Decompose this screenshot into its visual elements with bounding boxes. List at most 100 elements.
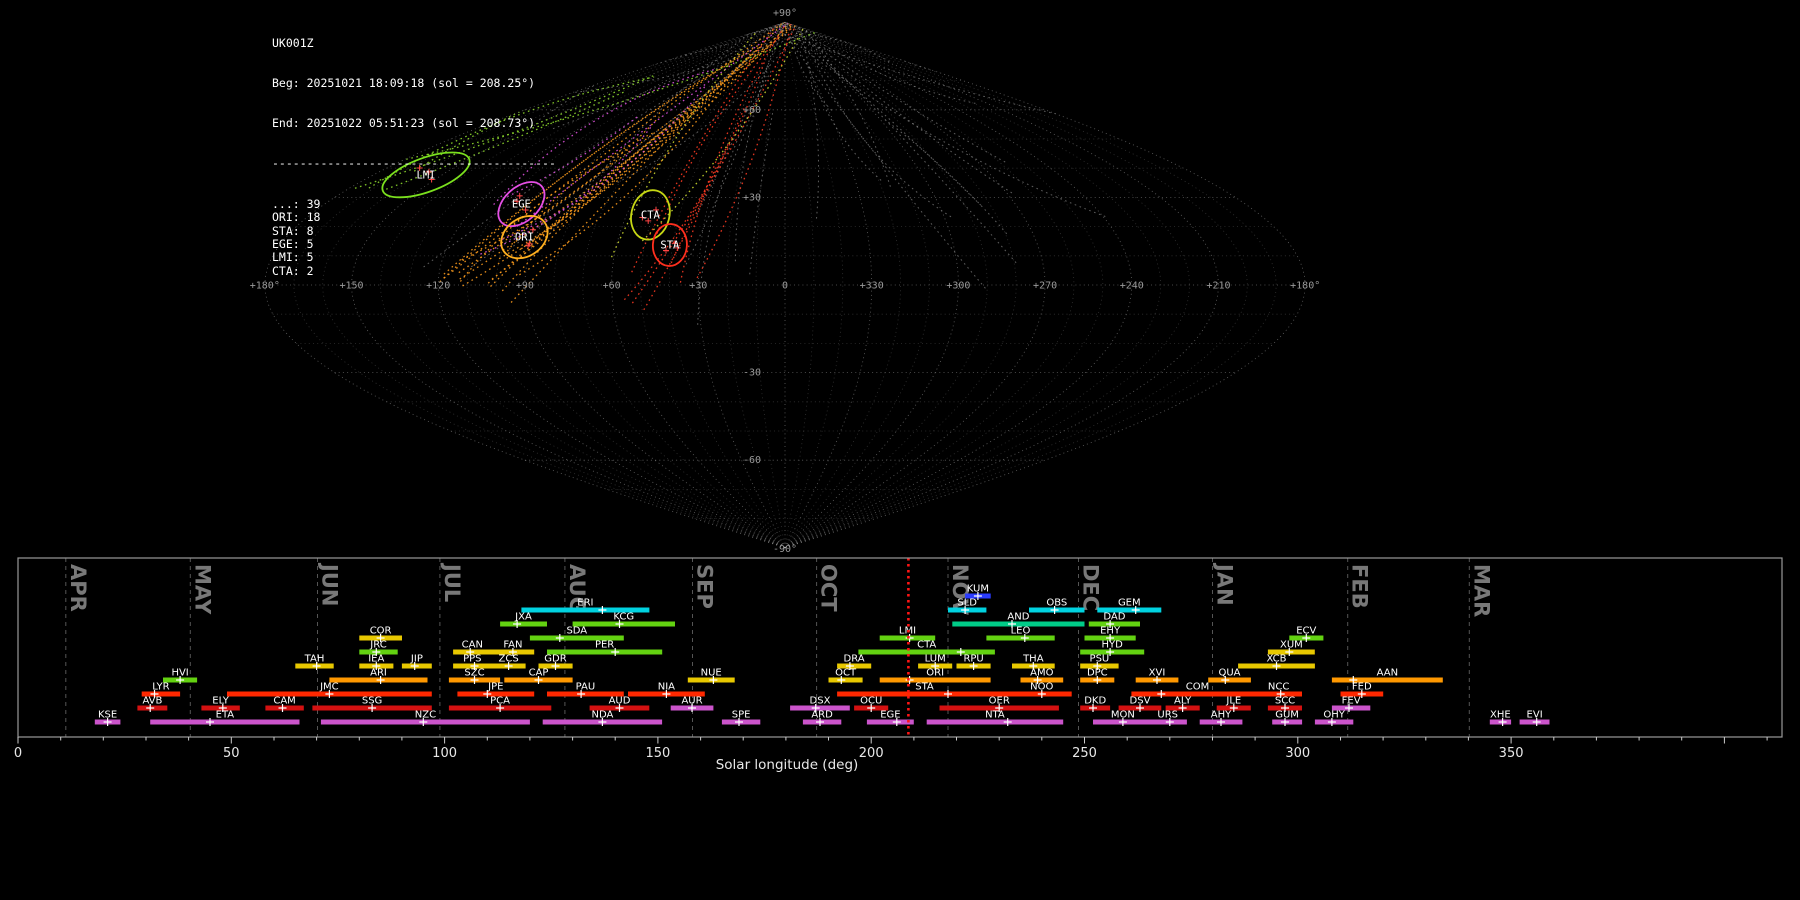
shower-label-GDR: GDR	[544, 654, 566, 665]
shower-label-ETA: ETA	[216, 710, 235, 721]
shower-label-ORI: ORI	[926, 668, 944, 679]
shower-label-FEV: FEV	[1342, 696, 1361, 707]
shower-label-QUA: QUA	[1218, 668, 1240, 679]
end-time: End: 20251022 05:51:23 (sol = 208.73°)	[272, 116, 536, 131]
shower-label-NTA: NTA	[985, 710, 1005, 721]
shower-label-HYD: HYD	[1102, 640, 1124, 651]
shower-label-ARD: ARD	[811, 710, 833, 721]
sky-meridian	[784, 21, 1162, 549]
shower-label-KSE: KSE	[98, 710, 117, 721]
shower-label-ERI: ERI	[577, 598, 593, 609]
shower-label-SLD: SLD	[957, 598, 977, 609]
shower-label-NOO: NOO	[1030, 682, 1053, 693]
month-label-APR: APR	[66, 564, 90, 612]
pole-label-north: +90°	[773, 8, 797, 19]
lon-tick-label: +60	[603, 281, 621, 292]
meteor-trail-STA	[670, 141, 731, 264]
meteor-trail-sporadic	[685, 63, 770, 265]
station-id: UK001Z	[272, 35, 314, 50]
x-tick-label: 0	[14, 746, 22, 761]
month-label-MAY: MAY	[190, 564, 214, 615]
shower-label-OCU: OCU	[860, 696, 882, 707]
meteor-trail-sporadic	[696, 22, 788, 216]
shower-label-SDA: SDA	[566, 626, 587, 637]
radiant-plot-page: LMI EGE ORI CTA STA +90° -90° +60 +30 -30 -60 +180°…	[0, 0, 1800, 900]
shower-label-DSX: DSX	[810, 696, 831, 707]
shower-label-AND: AND	[1007, 612, 1029, 623]
meteor-trail-CTA	[641, 22, 850, 242]
shower-label-ALY: ALY	[1174, 696, 1192, 707]
shower-label-PSU: PSU	[1090, 654, 1110, 665]
shower-label-AVB: AVB	[142, 696, 162, 707]
sky-meridian	[784, 21, 1219, 549]
lat-tick-label: +30	[743, 192, 761, 203]
shower-label-JRC: JRC	[369, 640, 386, 651]
meteor-trail-sporadic	[884, 119, 1008, 235]
x-tick-label: 200	[859, 746, 884, 761]
x-axis-title: Solar longitude (deg)	[715, 757, 859, 773]
shower-label-NZC: NZC	[415, 710, 436, 721]
shower-label-EVI: EVI	[1527, 710, 1543, 721]
shower-label-AHY: AHY	[1211, 710, 1232, 721]
month-label-OCT: OCT	[817, 564, 841, 612]
shower-label-JIP: JIP	[410, 654, 423, 665]
shower-label-KCG: KCG	[613, 612, 634, 623]
shower-label-NIA: NIA	[658, 682, 675, 693]
x-tick-label: 100	[432, 746, 457, 761]
lat-tick-label: -60	[743, 455, 761, 466]
shower-label-FAN: FAN	[503, 640, 522, 651]
shower-label-SZC: SZC	[464, 668, 484, 679]
shower-label-COR: COR	[370, 626, 392, 637]
x-tick-label: 300	[1285, 746, 1310, 761]
meteor-trail-sporadic	[838, 33, 977, 56]
radiant-label-STA: STA	[660, 240, 680, 252]
lon-tick-label: +30	[689, 281, 707, 292]
shower-label-DRA: DRA	[844, 654, 865, 665]
shower-label-MON: MON	[1111, 710, 1135, 721]
activity-timeline: APR MAY JUN JUL AUG SEP OCT NOV DEC JAN FEB MARKUME…	[14, 557, 1783, 761]
count-line-LMI: LMI: 5	[272, 250, 314, 265]
shower-label-PPS: PPS	[463, 654, 481, 665]
shower-label-ELY: ELY	[212, 696, 230, 707]
shower-label-AAN: AAN	[1377, 668, 1398, 679]
month-label-JUL: JUL	[440, 562, 464, 602]
shower-label-NCC: NCC	[1268, 682, 1289, 693]
begin-time: Beg: 20251021 18:09:18 (sol = 208.25°)	[272, 76, 536, 91]
shower-label-STA: STA	[915, 682, 934, 693]
meteor-trail-sporadic	[807, 34, 976, 104]
shower-label-OBS: OBS	[1046, 598, 1067, 609]
pole-label-south: -90°	[773, 544, 797, 555]
shower-label-EHY: EHY	[1100, 626, 1121, 637]
lon-tick-label: +210	[1206, 281, 1230, 292]
shower-label-OER: OER	[989, 696, 1010, 707]
shower-label-ECV: ECV	[1296, 626, 1316, 637]
shower-label-GEM: GEM	[1118, 598, 1141, 609]
shower-label-XVI: XVI	[1149, 668, 1166, 679]
shower-count-list: ...: 39 ORI: 18 STA: 8 EGE: 5 LMI: 5 CTA: 2	[272, 197, 556, 278]
shower-label-PCA: PCA	[490, 696, 510, 707]
count-line-ORI: ORI: 18	[272, 210, 321, 225]
shower-label-OCT: OCT	[835, 668, 857, 679]
shower-label-TAH: TAH	[304, 654, 325, 665]
shower-label-NUE: NUE	[701, 668, 722, 679]
shower-label-GUM: GUM	[1275, 710, 1299, 721]
shower-label-CAP: CAP	[529, 668, 549, 679]
meteor-trail-STA	[623, 59, 766, 301]
shower-label-DKD: DKD	[1084, 696, 1106, 707]
shower-label-SCC: SCC	[1275, 696, 1295, 707]
shower-label-DAD: DAD	[1103, 612, 1125, 623]
meteor-trail-sporadic	[858, 32, 1113, 68]
shower-label-JMC: JMC	[319, 682, 339, 693]
shower-label-ZCS: ZCS	[499, 654, 519, 665]
count-line-STA: STA: 8	[272, 223, 314, 238]
shower-label-JPE: JPE	[487, 682, 503, 693]
x-axis: 0 50 100 150 200 250 300 350	[14, 737, 1768, 761]
lat-tick-label: -30	[743, 368, 761, 379]
month-label-DEC: DEC	[1079, 564, 1103, 611]
shower-label-ARI: ARI	[370, 668, 387, 679]
shower-label-AUR: AUR	[681, 696, 702, 707]
shower-label-THA: THA	[1022, 654, 1044, 665]
shower-label-EGE: EGE	[880, 710, 900, 721]
shower-label-KUM: KUM	[967, 584, 989, 595]
shower-label-LYR: LYR	[152, 682, 169, 693]
